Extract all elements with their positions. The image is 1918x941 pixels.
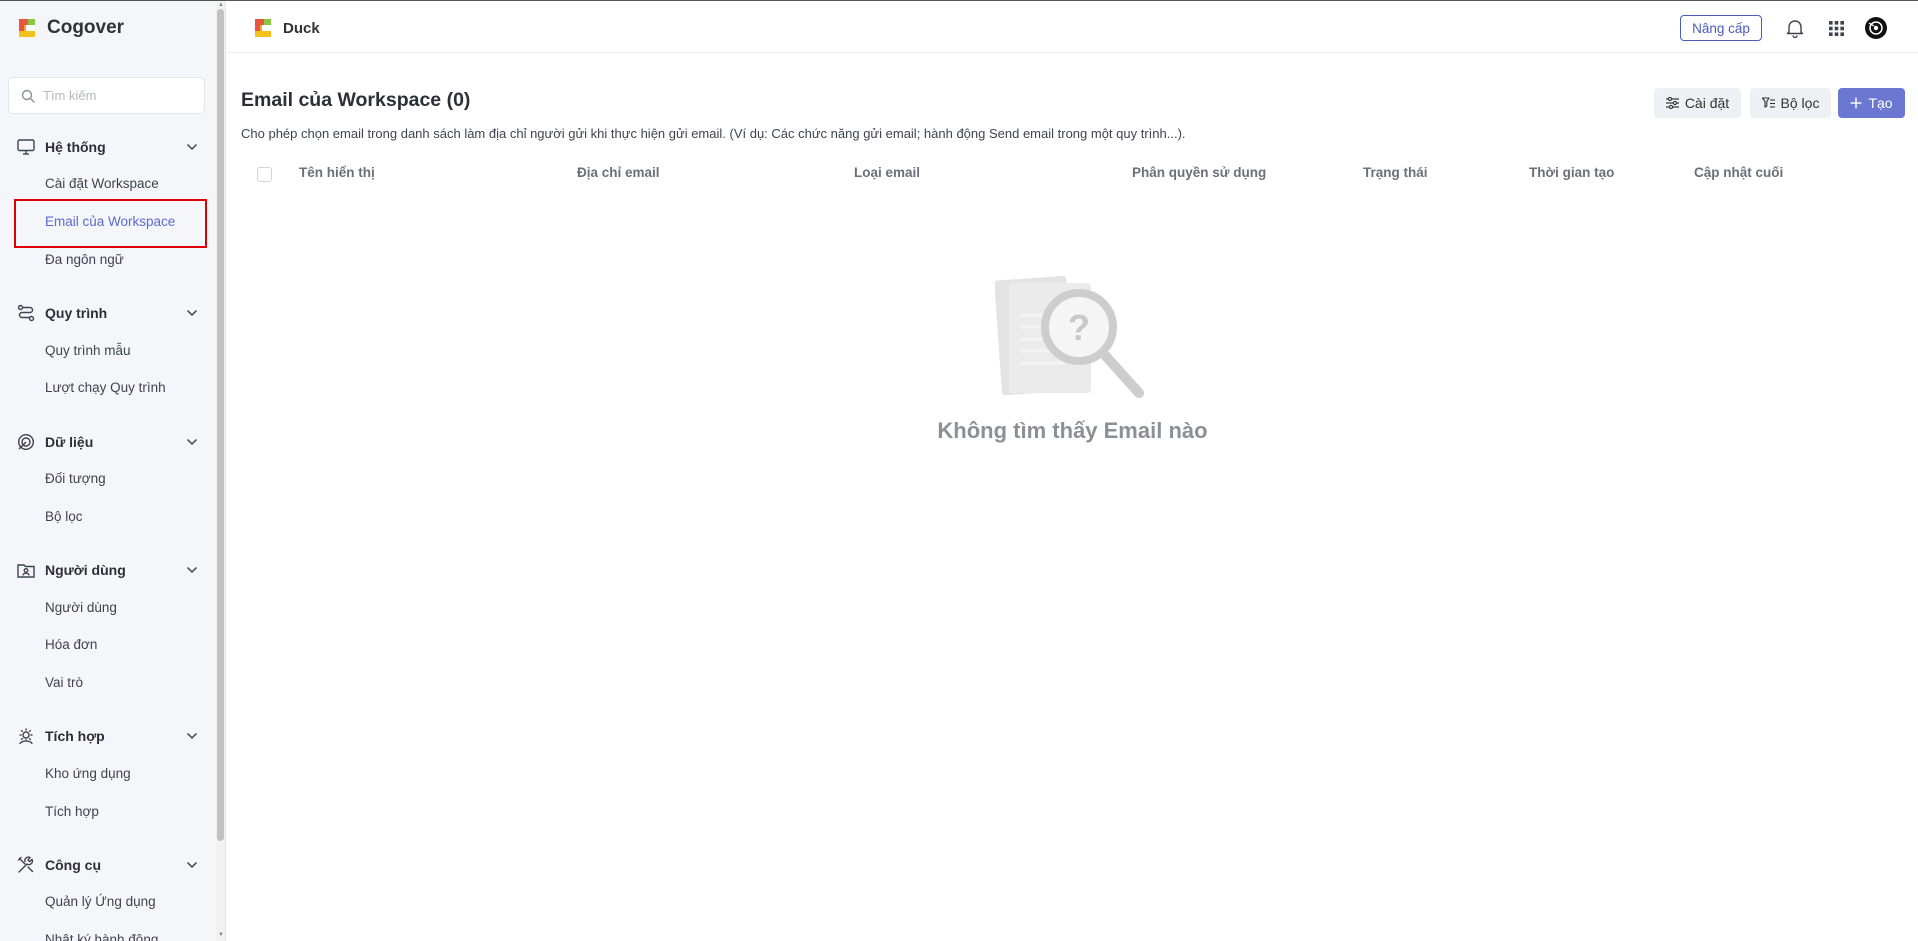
sidebar-item-nhat-ky-hanh-dong[interactable]: Nhật ký hành động <box>45 930 158 941</box>
sidebar-item-kho-ung-dung[interactable]: Kho ứng dụng <box>45 764 131 784</box>
sidebar-item-luot-chay-quy-trinh[interactable]: Lượt chạy Quy trình <box>45 378 166 398</box>
create-button-label: Tạo <box>1868 95 1893 111</box>
section-nguoi-dung[interactable]: Người dùng <box>16 558 200 582</box>
section-label: Công cụ <box>45 857 101 873</box>
empty-state-message: Không tìm thấy Email nào <box>937 418 1208 443</box>
brand-name: Cogover <box>47 17 125 38</box>
scroll-down-arrow-icon[interactable]: ▼ <box>217 931 225 939</box>
filter-button-label: Bộ lọc <box>1780 95 1820 111</box>
workspace-name: Duck <box>283 19 320 37</box>
workspace-switcher[interactable]: Duck <box>251 16 320 40</box>
sidebar-item-quy-trinh-mau[interactable]: Quy trình mẫu <box>45 341 131 361</box>
section-label: Tích hợp <box>45 728 105 744</box>
filter-button[interactable]: Bộ lọc <box>1750 88 1831 118</box>
chevron-down-icon <box>184 305 200 321</box>
select-all-checkbox[interactable] <box>257 167 272 182</box>
sidebar-item-tich-hop[interactable]: Tích hợp <box>45 802 99 822</box>
column-header-status[interactable]: Trạng thái <box>1363 165 1428 180</box>
sidebar-item-nguoi-dung[interactable]: Người dùng <box>45 598 117 618</box>
chevron-down-icon <box>184 139 200 155</box>
sidebar: Cogover Hệ thống Cài đặt Workspace Email… <box>0 1 216 941</box>
chevron-down-icon <box>184 562 200 578</box>
settings-button[interactable]: Cài đặt <box>1654 88 1741 118</box>
user-icon <box>16 560 36 580</box>
section-tich-hop[interactable]: Tích hợp <box>16 724 200 748</box>
sidebar-item-bo-loc[interactable]: Bộ lọc <box>45 507 83 527</box>
sidebar-item-vai-tro[interactable]: Vai trò <box>45 673 83 693</box>
scroll-up-arrow-icon[interactable]: ▲ <box>217 1 225 9</box>
user-avatar[interactable] <box>1864 16 1888 40</box>
settings-button-label: Cài đặt <box>1684 95 1730 111</box>
column-header-last-updated[interactable]: Cập nhật cuối <box>1694 165 1783 180</box>
empty-search-illustration-icon: ? <box>995 275 1144 398</box>
top-header: Duck Nâng cấp <box>227 1 1918 53</box>
section-label: Quy trình <box>45 305 108 321</box>
page-description: Cho phép chọn email trong danh sách làm … <box>241 126 1186 141</box>
svg-text:?: ? <box>1068 307 1090 348</box>
brand[interactable]: Cogover <box>15 15 124 41</box>
bell-icon[interactable] <box>1783 16 1807 40</box>
sidebar-search[interactable] <box>8 77 205 114</box>
create-button[interactable]: Tạo <box>1838 88 1905 118</box>
search-icon <box>21 89 35 103</box>
column-header-email-address[interactable]: Địa chỉ email <box>577 165 660 180</box>
integration-icon <box>16 726 36 746</box>
data-icon <box>16 432 36 452</box>
sidebar-item-da-ngon-ngu[interactable]: Đa ngôn ngữ <box>45 250 124 270</box>
upgrade-button[interactable]: Nâng cấp <box>1680 15 1762 41</box>
scrollbar-thumb[interactable] <box>217 9 224 841</box>
cogover-logo-icon <box>19 19 35 37</box>
search-input[interactable] <box>43 88 193 103</box>
column-header-display-name[interactable]: Tên hiển thị <box>299 165 375 180</box>
sliders-icon <box>1665 97 1679 109</box>
filter-icon <box>1761 97 1775 108</box>
column-header-created-time[interactable]: Thời gian tạo <box>1529 165 1614 180</box>
monitor-icon <box>16 137 36 157</box>
section-cong-cu[interactable]: Công cụ <box>16 853 200 877</box>
sidebar-item-hoa-don[interactable]: Hóa đơn <box>45 635 97 655</box>
sidebar-item-quan-ly-ung-dung[interactable]: Quản lý Ứng dụng <box>45 892 156 912</box>
chevron-down-icon <box>184 434 200 450</box>
column-header-permissions[interactable]: Phân quyền sử dụng <box>1132 165 1266 180</box>
tools-icon <box>16 855 36 875</box>
table-header: Tên hiển thị Địa chỉ email Loại email Ph… <box>241 160 1901 190</box>
sidebar-item-doi-tuong[interactable]: Đối tượng <box>45 469 106 489</box>
section-label: Dữ liệu <box>45 434 94 450</box>
chevron-down-icon <box>184 728 200 744</box>
apps-grid-icon[interactable] <box>1824 16 1848 40</box>
section-he-thong[interactable]: Hệ thống <box>16 135 200 159</box>
workflow-icon <box>16 303 36 323</box>
chevron-down-icon <box>184 857 200 873</box>
workspace-logo-icon <box>255 19 271 37</box>
sidebar-scrollbar[interactable]: ▲ ▼ <box>216 1 226 941</box>
plus-icon <box>1850 97 1862 109</box>
section-label: Hệ thống <box>45 139 106 155</box>
section-du-lieu[interactable]: Dữ liệu <box>16 430 200 454</box>
sidebar-item-cai-dat-workspace[interactable]: Cài đặt Workspace <box>45 174 159 194</box>
section-label: Người dùng <box>45 562 126 578</box>
page-title: Email của Workspace (0) <box>241 89 471 111</box>
column-header-email-type[interactable]: Loại email <box>854 165 920 180</box>
section-quy-trinh[interactable]: Quy trình <box>16 301 200 325</box>
sidebar-item-email-workspace[interactable]: Email của Workspace <box>45 212 175 232</box>
